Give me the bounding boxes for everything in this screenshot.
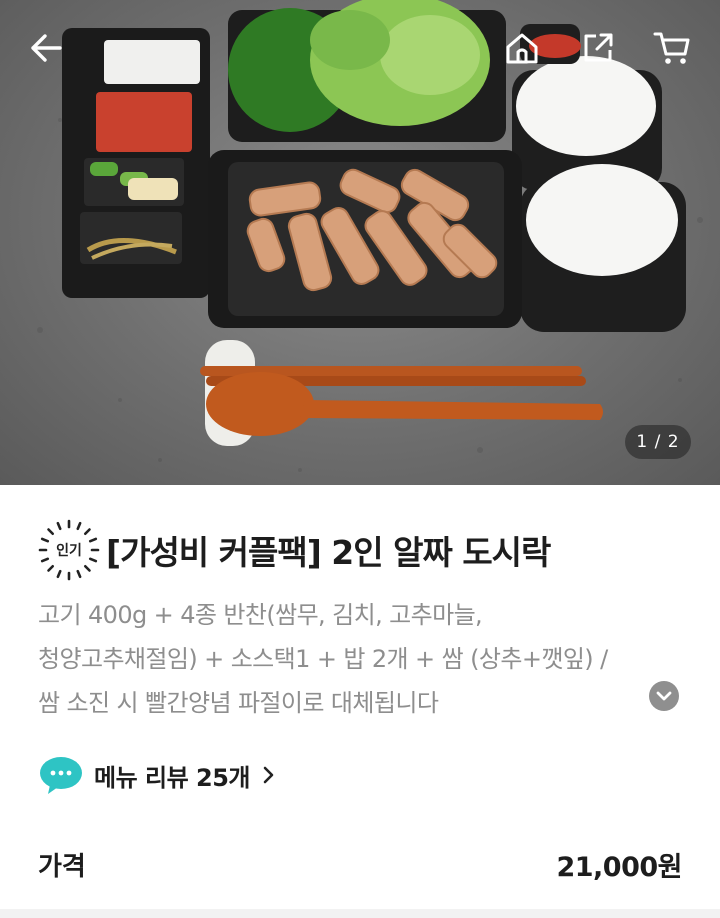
home-button[interactable] bbox=[500, 26, 544, 70]
chat-bubble-icon bbox=[40, 757, 82, 794]
arrow-left-icon bbox=[31, 34, 62, 62]
price-label: 가격 bbox=[38, 852, 86, 882]
lettuce-tray bbox=[228, 0, 506, 142]
description-line: 청양고추채절임) + 소스택1 + 밥 2개 + 쌈 (상추+깻잎) / bbox=[38, 645, 608, 673]
menu-review-link[interactable]: 메뉴 리뷰 25개 bbox=[38, 755, 276, 795]
share-button[interactable] bbox=[576, 26, 620, 70]
cart-button[interactable] bbox=[650, 26, 694, 70]
product-image-carousel[interactable]: 1 / 2 bbox=[0, 0, 720, 485]
product-description: 고기 400g + 4종 반찬(쌈무, 김치, 고추마늘, 청양고추채절임) +… bbox=[38, 593, 648, 725]
meat-tray bbox=[208, 150, 522, 328]
title-row: 인기 [가성비 커플팩] 2인 알짜 도시락 bbox=[38, 519, 551, 581]
product-info-section: 인기 [가성비 커플팩] 2인 알짜 도시락 고기 400g + 4종 반찬(쌈… bbox=[0, 485, 720, 918]
back-button[interactable] bbox=[24, 26, 68, 70]
popular-badge: 인기 bbox=[38, 519, 100, 581]
section-divider bbox=[0, 909, 720, 918]
image-pager-indicator: 1 / 2 bbox=[625, 425, 691, 459]
product-title: [가성비 커플팩] 2인 알짜 도시락 bbox=[106, 533, 551, 572]
price-row: 가격 21,000원 bbox=[38, 845, 682, 884]
cart-icon bbox=[653, 32, 690, 64]
chevron-down-icon bbox=[656, 691, 672, 701]
popular-badge-label: 인기 bbox=[56, 543, 82, 559]
product-photo bbox=[37, 0, 703, 472]
rice-bowls bbox=[512, 24, 686, 332]
home-icon bbox=[506, 33, 538, 64]
chevron-right-icon bbox=[263, 766, 274, 784]
description-line: 고기 400g + 4종 반찬(쌈무, 김치, 고추마늘, bbox=[38, 601, 483, 629]
share-icon bbox=[584, 33, 613, 62]
review-count-label: 메뉴 리뷰 25개 bbox=[94, 763, 251, 792]
side-dish-tray bbox=[62, 28, 210, 298]
expand-description-button[interactable] bbox=[649, 681, 679, 711]
description-line: 쌈 소진 시 빨간양념 파절이로 대체됩니다 bbox=[38, 689, 439, 717]
price-value: 21,000원 bbox=[556, 852, 682, 883]
